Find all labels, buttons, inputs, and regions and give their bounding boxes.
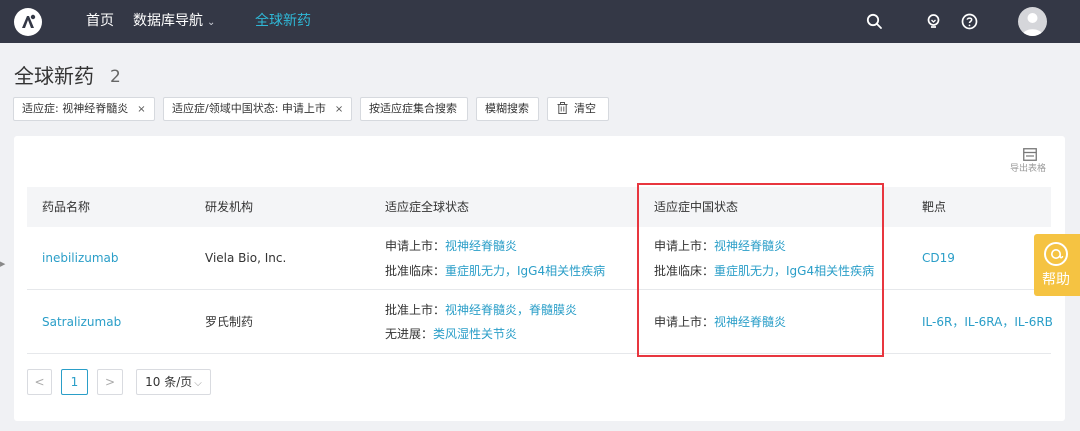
avatar[interactable] [1018,7,1047,36]
nav-database[interactable]: 数据库导航 ⌄ [133,13,215,31]
status-label: 无进展： [385,327,434,341]
export-table-icon[interactable] [1023,148,1037,161]
global-status-line: 申请上市：视神经脊髓炎 [385,239,517,253]
chevron-down-icon: ⌄ [207,17,216,28]
column-header-drug-name[interactable]: 药品名称 [42,200,90,214]
column-header-target[interactable]: 靶点 [922,200,946,214]
status-label: 申请上市： [385,239,446,253]
set-search-button[interactable]: 按适应症集合搜索 [360,97,468,121]
status-label: 批准上市： [385,303,446,317]
trash-icon [557,102,568,114]
pagination-prev-button[interactable]: < [27,369,52,395]
top-nav-bar: 首页 数据库导航 ⌄ 全球新药 [0,0,1080,43]
lightbulb-icon[interactable] [925,13,942,30]
pagination-page-1[interactable]: 1 [61,369,88,395]
results-card: 导出表格 药品名称 研发机构 适应症全球状态 适应症中国状态 靶点 inebil… [14,136,1065,421]
logo-icon[interactable] [14,8,42,36]
filter-chip-indication: 适应症: 视神经脊髓炎 × [13,97,155,121]
pagination-next-button[interactable]: > [97,369,123,395]
close-icon[interactable]: × [335,104,343,115]
clear-label: 清空 [574,102,596,115]
status-label: 批准临床： [385,264,446,278]
indication-link[interactable]: 类风湿性关节炎 [433,327,517,341]
nav-home[interactable]: 首页 [86,13,114,30]
help-circle-icon[interactable] [961,13,978,30]
filter-chip-china-status: 适应症/领域中国状态: 申请上市 × [163,97,352,121]
page-size-select[interactable]: 10 条/页 ⌵ [136,369,211,395]
nav-global-new-drugs[interactable]: 全球新药 [255,13,311,30]
nav-database-label: 数据库导航 [133,13,203,29]
target-link[interactable]: CD19 [922,251,955,265]
export-table-button[interactable]: 导出表格 [1010,163,1046,175]
column-header-organization[interactable]: 研发机构 [205,200,253,214]
global-status-line: 批准上市：视神经脊髓炎，脊髓膜炎 [385,303,577,317]
page-title: 全球新药 [14,64,94,88]
result-count: 2 [110,67,121,87]
close-icon[interactable]: × [137,104,145,115]
target-link[interactable]: IL-6R，IL-6RA，IL-6RB [922,315,1053,329]
search-icon[interactable] [866,13,883,30]
page-size-value: 10 条/页 [145,375,193,389]
drug-name-link[interactable]: Satralizumab [42,315,121,329]
table-row: Satralizumab 罗氏制药 批准上市：视神经脊髓炎，脊髓膜炎 无进展：类… [27,290,1053,354]
help-label: 帮助 [1042,272,1070,288]
expand-sidebar-icon[interactable]: ▶ [0,257,9,271]
table-header: 药品名称 研发机构 适应症全球状态 适应症中国状态 靶点 [27,187,1051,227]
filter-chip-label: 适应症: 视神经脊髓炎 [22,102,129,115]
column-header-global-status[interactable]: 适应症全球状态 [385,200,469,214]
drug-name-link[interactable]: inebilizumab [42,251,119,265]
highlight-box [637,183,884,357]
help-widget[interactable]: 帮助 [1034,234,1080,296]
global-status-line: 批准临床：重症肌无力，IgG4相关性疾病 [385,264,605,278]
organization: Viela Bio, Inc. [205,251,287,265]
organization: 罗氏制药 [205,315,254,329]
table-row: inebilizumab Viela Bio, Inc. 申请上市：视神经脊髓炎… [27,227,1051,290]
indication-link[interactable]: 重症肌无力，IgG4相关性疾病 [445,264,605,278]
global-status-line: 无进展：类风湿性关节炎 [385,327,517,341]
clear-button[interactable]: 清空 [547,97,609,121]
indication-link[interactable]: 视神经脊髓炎 [445,239,517,253]
chevron-down-icon: ⌵ [194,378,202,389]
indication-link[interactable]: 视神经脊髓炎，脊髓膜炎 [445,303,577,317]
filter-chip-label: 适应症/领域中国状态: 申请上市 [172,102,326,115]
fuzzy-search-button[interactable]: 模糊搜索 [476,97,539,121]
help-bubble-icon [1044,242,1068,266]
